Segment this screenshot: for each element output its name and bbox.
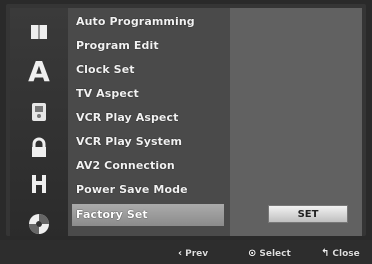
lock-icon[interactable] <box>24 136 54 160</box>
setup-menu: Auto Programming Program Edit Clock Set … <box>68 8 230 236</box>
book-icon[interactable] <box>24 20 54 44</box>
menu-item-power-save-mode[interactable]: Power Save Mode <box>76 179 226 201</box>
prev-hint: ‹ Prev <box>178 247 208 261</box>
close-hint: ↰ Close <box>321 247 360 261</box>
menu-item-av2-connection[interactable]: AV2 Connection <box>76 155 226 177</box>
set-button[interactable]: SET <box>268 205 348 223</box>
language-icon[interactable]: A <box>24 58 54 86</box>
select-label: Select <box>259 249 291 259</box>
dvd-setup-screen: A Auto Programming Program Edit Clock Se… <box>0 0 372 264</box>
menu-item-vcr-play-aspect[interactable]: VCR Play Aspect <box>76 107 226 129</box>
option-panel <box>230 8 362 236</box>
menu-item-program-edit[interactable]: Program Edit <box>76 35 226 57</box>
sidebar-icons: A <box>10 8 68 236</box>
menu-item-vcr-play-system[interactable]: VCR Play System <box>76 131 226 153</box>
film-icon[interactable] <box>24 172 54 196</box>
menu-item-auto-programming[interactable]: Auto Programming <box>76 11 226 33</box>
menu-item-clock-set[interactable]: Clock Set <box>76 59 226 81</box>
navigation-footer: ‹ Prev ⊙ Select ↰ Close <box>0 240 372 264</box>
menu-item-factory-set[interactable]: Factory Set <box>72 204 224 226</box>
close-label: Close <box>332 249 360 259</box>
menu-item-tv-aspect[interactable]: TV Aspect <box>76 83 226 105</box>
disc-icon[interactable] <box>24 212 54 236</box>
prev-label: Prev <box>185 249 209 259</box>
display-icon[interactable] <box>24 100 54 124</box>
select-hint: ⊙ Select <box>248 247 291 261</box>
language-letter-icon: A <box>28 55 50 88</box>
enter-button-icon: ⊙ <box>248 248 257 259</box>
left-arrow-icon: ‹ <box>178 248 183 259</box>
return-icon: ↰ <box>321 248 330 259</box>
